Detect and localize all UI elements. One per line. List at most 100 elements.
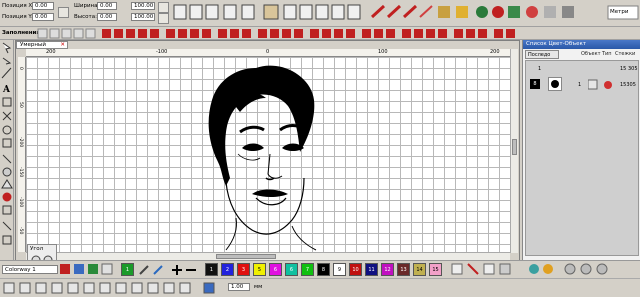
horizontal-ruler: 200 -100 0 100 200 — [26, 49, 510, 57]
swatch-num: 7 — [305, 267, 310, 273]
swatch-num: 14 — [416, 267, 423, 273]
ruler-label: 200 — [490, 49, 500, 55]
edit-toolbar: 1.00 мм — [0, 278, 640, 297]
list-item[interactable]: 8 1 15305 — [526, 77, 638, 93]
height-label: Высота: — [74, 14, 97, 20]
pos-x-field[interactable]: 0.00 — [32, 2, 54, 10]
swatch-num: 2 — [225, 267, 230, 273]
swatch-num: 13 — [400, 267, 407, 273]
edit-tool-icons[interactable] — [2, 282, 222, 295]
palette-swatch[interactable]: 13 — [397, 263, 410, 276]
palette-swatch[interactable]: 5 — [253, 263, 266, 276]
tab-sequence[interactable]: Последо — [525, 50, 559, 59]
design-grid[interactable] — [26, 57, 510, 252]
palette-swatch[interactable]: 7 — [301, 263, 314, 276]
angle-label: Угол — [30, 246, 44, 252]
swatch-num: 15 — [432, 267, 439, 273]
height-unit-icon[interactable] — [158, 13, 169, 24]
unit-label: мм — [254, 284, 263, 290]
ruler-label: 100 — [378, 49, 388, 55]
palette-swatch[interactable]: 10 — [349, 263, 362, 276]
vertical-scrollbar[interactable] — [510, 49, 518, 253]
document-tab[interactable]: Умерный ✕ — [16, 41, 68, 49]
col-stitches: Стежки — [615, 51, 636, 57]
palette-swatch[interactable]: 8 — [317, 263, 330, 276]
ruler-label: 200 — [46, 49, 56, 55]
width-label: Ширина: — [74, 3, 100, 9]
width-unit-icon[interactable] — [158, 2, 169, 13]
swatch-num: 8 — [321, 267, 326, 273]
palette-tool-icons[interactable] — [60, 263, 120, 276]
swatch-num: 10 — [352, 267, 359, 273]
palette-swatch[interactable]: 14 — [413, 263, 426, 276]
list-item[interactable]: 1 15 305 — [526, 63, 638, 75]
ruler-label: 50 — [18, 102, 23, 108]
ruler-label: -100 — [18, 197, 23, 208]
width-field[interactable]: 0.00 — [97, 2, 117, 10]
colorway-select[interactable]: Colorway 1 — [2, 265, 58, 274]
left-toolbox: A — [0, 40, 14, 260]
ruler-label: -200 — [18, 137, 23, 148]
panel-title: Список Цвет-Объект — [523, 40, 640, 49]
ruler-label: 0 — [18, 67, 23, 70]
swatch-num: 1 — [125, 267, 130, 273]
palette-edit-icons[interactable] — [138, 263, 198, 276]
swatch-num: 6 — [289, 267, 294, 273]
height-percent-field[interactable]: 100.00 — [131, 13, 155, 21]
face-thumbnail-icon — [548, 77, 562, 91]
row-stitches: 15305 — [620, 82, 636, 88]
pos-y-field[interactable]: 0.00 — [32, 13, 54, 21]
vertical-scroll-thumb[interactable] — [512, 139, 517, 155]
swatch-num: 5 — [257, 267, 262, 273]
palette-swatch[interactable]: 15 — [429, 263, 442, 276]
swatch-num: 11 — [368, 267, 375, 273]
ruler-label: -150 — [18, 167, 23, 178]
height-field[interactable]: 0.00 — [97, 13, 117, 21]
swatch-num: 1 — [209, 267, 214, 273]
palette-swatch[interactable]: 11 — [365, 263, 378, 276]
stitch-length-field[interactable]: 1.00 — [228, 283, 250, 291]
color-object-panel: Список Цвет-Объект Последо Объект Тип Ст… — [522, 40, 640, 260]
close-icon[interactable]: ✕ — [60, 42, 65, 49]
palette-swatch[interactable]: 9 — [333, 263, 346, 276]
horizontal-scroll-thumb[interactable] — [216, 254, 276, 259]
palette-swatch[interactable]: 1 — [121, 263, 134, 276]
swatch-num: 9 — [337, 267, 342, 273]
pos-x-label: Позиция X: — [2, 3, 34, 9]
color-chip: 8 — [530, 79, 540, 89]
palette-swatch[interactable]: 6 — [269, 263, 282, 276]
tool-icons[interactable]: A — [0, 40, 14, 260]
col-object: Объект — [581, 51, 601, 57]
object-list[interactable]: 1 15 305 8 1 15305 — [525, 60, 639, 256]
ruler-label: -50 — [18, 227, 23, 235]
colorway-label: Colorway 1 — [5, 267, 36, 273]
col-type: Тип — [602, 51, 612, 57]
swatch-num: 6 — [273, 267, 278, 273]
row-index: 1 — [578, 82, 582, 88]
palette-swatch[interactable]: 6 — [285, 263, 298, 276]
width-percent-field[interactable]: 100.00 — [131, 2, 155, 10]
ruler-label: -100 — [156, 49, 168, 55]
metric-label[interactable]: Метри — [610, 9, 628, 15]
ruler-label: 0 — [266, 49, 270, 55]
palette-swatch[interactable]: 2 — [221, 263, 234, 276]
palette-right-icons[interactable] — [450, 263, 640, 276]
toolbar-icon-strip[interactable] — [172, 2, 640, 24]
face-embroidery-design[interactable] — [196, 62, 346, 252]
row-stitches: 15 305 — [620, 66, 638, 72]
document-tab-title: Умерный — [20, 42, 46, 48]
palette-swatch[interactable]: 1 — [205, 263, 218, 276]
fill-pattern-strip[interactable] — [36, 28, 640, 39]
object-type-icons — [588, 79, 612, 90]
pos-y-label: Позиция Y: — [2, 14, 33, 20]
row-index: 1 — [538, 66, 542, 72]
swatch-num: 12 — [384, 267, 391, 273]
horizontal-scrollbar[interactable] — [26, 252, 510, 260]
swatch-num: 3 — [241, 267, 246, 273]
palette-swatch[interactable]: 3 — [237, 263, 250, 276]
svg-text:A: A — [2, 85, 11, 95]
top-toolbar: Позиция X: 0.00 Позиция Y: 0.00 Ширина: … — [0, 0, 640, 27]
palette-swatch[interactable]: 12 — [381, 263, 394, 276]
fill-toolbar: Заполнения: — [0, 27, 640, 40]
lock-icon[interactable] — [58, 7, 69, 18]
